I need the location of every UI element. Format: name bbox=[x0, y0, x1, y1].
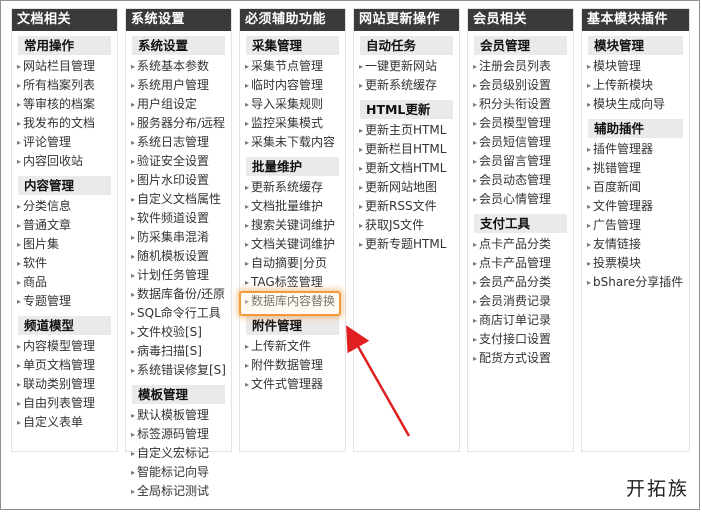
red-arrow-icon bbox=[346, 325, 411, 437]
admin-menu-panel: 文档相关 常用操作 ▸ 网站栏目管理 ▸ 所有档案列表 ▸ 等审核的档案 ▸ 我发布的文… bbox=[0, 0, 700, 510]
watermark: 开拓族 bbox=[625, 478, 689, 500]
